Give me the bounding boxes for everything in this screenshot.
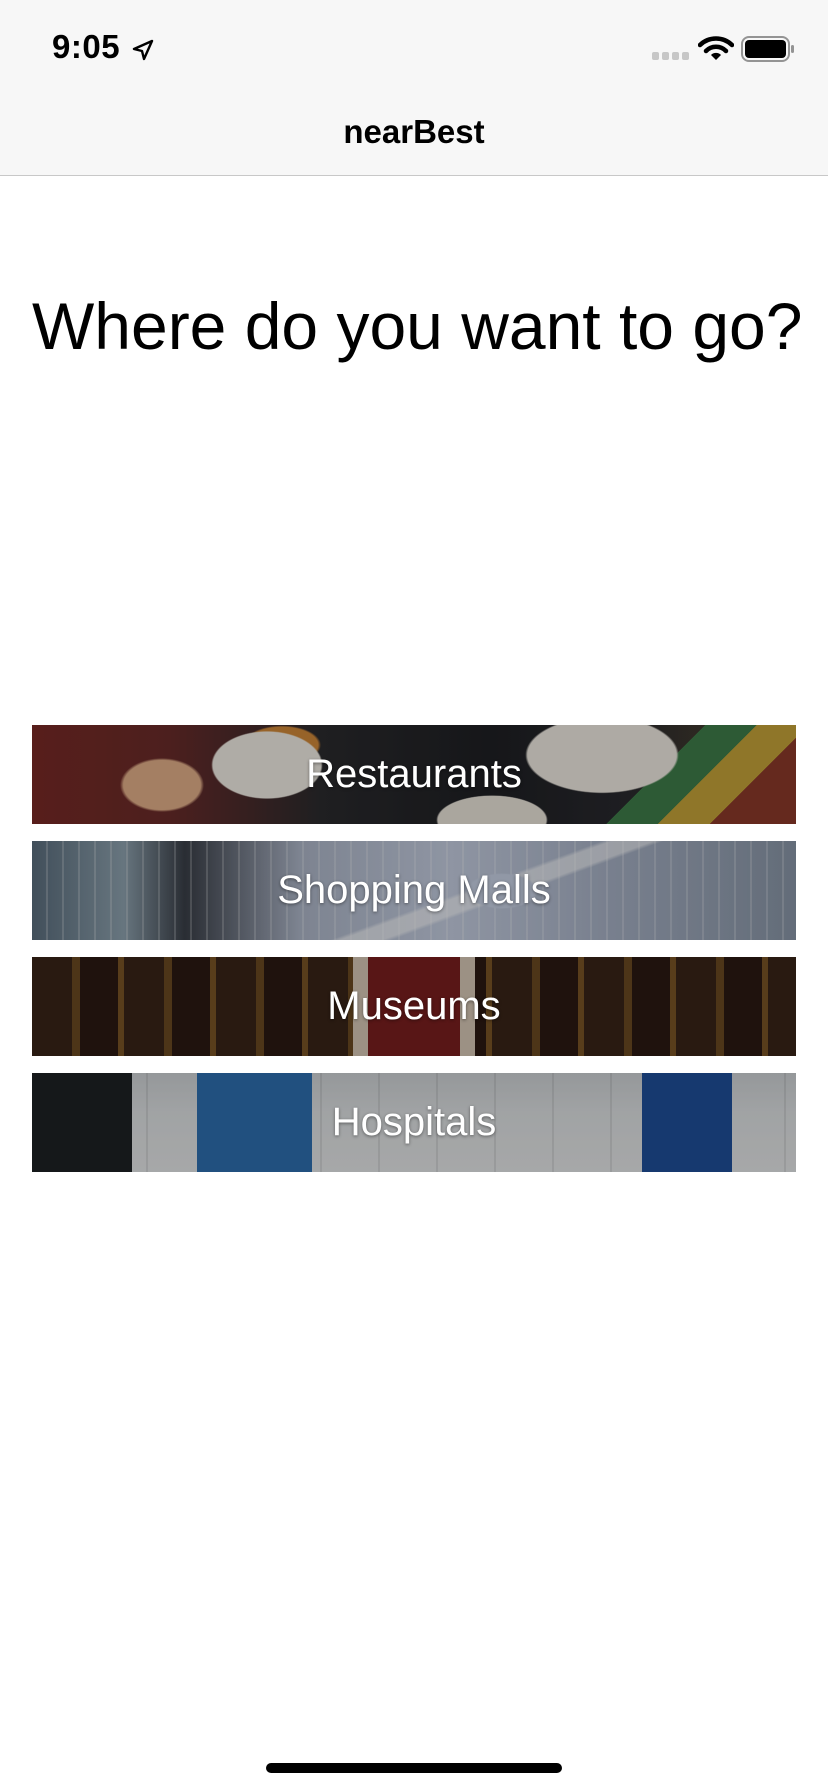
location-arrow-icon bbox=[132, 39, 154, 61]
category-shopping-malls-button[interactable]: Shopping Malls bbox=[32, 841, 796, 940]
category-label: Shopping Malls bbox=[277, 868, 551, 912]
category-list: Restaurants Shopping Malls Museums Hospi… bbox=[32, 725, 796, 1189]
home-indicator[interactable] bbox=[266, 1763, 562, 1773]
wifi-icon bbox=[698, 36, 734, 60]
category-hospitals-button[interactable]: Hospitals bbox=[32, 1073, 796, 1172]
category-label: Hospitals bbox=[331, 1100, 497, 1144]
nav-title: nearBest bbox=[343, 113, 485, 150]
category-label: Museums bbox=[327, 984, 501, 1028]
battery-icon bbox=[741, 36, 794, 62]
status-time: 9:05 bbox=[52, 28, 121, 65]
category-museums-button[interactable]: Museums bbox=[32, 957, 796, 1056]
category-label: Restaurants bbox=[306, 752, 522, 796]
top-bar: 9:05 nearBest bbox=[0, 0, 828, 176]
signal-icon bbox=[652, 52, 689, 60]
page-heading: Where do you want to go? bbox=[32, 289, 803, 364]
category-restaurants-button[interactable]: Restaurants bbox=[32, 725, 796, 824]
